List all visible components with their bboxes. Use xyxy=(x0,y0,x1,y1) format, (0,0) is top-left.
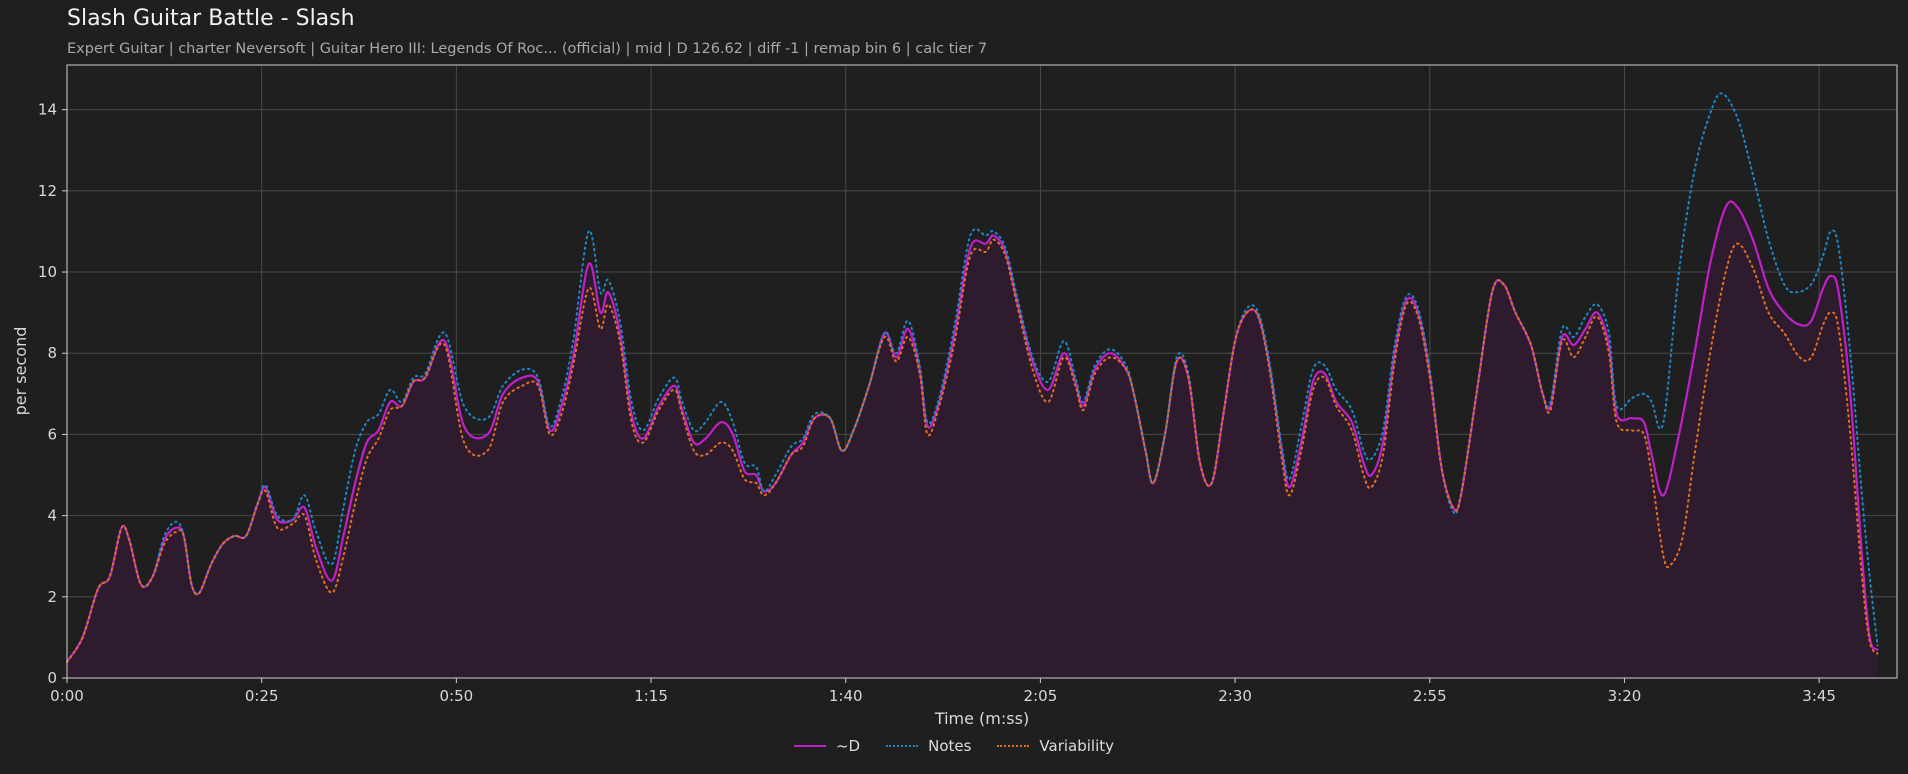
x-tick-label: 3:20 xyxy=(1608,687,1642,705)
y-tick-label: 8 xyxy=(47,344,57,362)
y-axis-ticks: 0 2 4 6 8 10 12 14 xyxy=(38,101,67,687)
x-tick-label: 1:40 xyxy=(829,687,863,705)
x-tick-label: 0:25 xyxy=(245,687,279,705)
y-tick-label: 6 xyxy=(47,425,57,443)
x-axis-ticks: 0:00 0:25 0:50 1:15 1:40 2:05 2:30 2:55 3:20 3:45 xyxy=(50,678,1836,705)
y-tick-label: 10 xyxy=(38,263,57,281)
x-tick-label: 0:50 xyxy=(440,687,474,705)
y-tick-label: 4 xyxy=(47,507,57,525)
x-tick-label: 2:30 xyxy=(1218,687,1252,705)
legend-label-d: ~D xyxy=(835,737,861,755)
legend-label-notes: Notes xyxy=(928,737,972,755)
x-tick-label: 1:15 xyxy=(634,687,668,705)
area-fill-layer xyxy=(67,201,1878,678)
y-tick-label: 2 xyxy=(47,588,57,606)
x-axis-label: Time (m:ss) xyxy=(934,709,1029,728)
x-tick-label: 2:55 xyxy=(1413,687,1447,705)
chart-area: 0:00 0:25 0:50 1:15 1:40 2:05 2:30 2:55 3:20 3:45… xyxy=(11,64,1898,728)
x-tick-label: 0:00 xyxy=(50,687,84,705)
y-tick-label: 0 xyxy=(47,669,57,687)
y-axis-label: per second xyxy=(11,327,30,416)
legend-swatch-notes xyxy=(886,745,919,747)
legend-swatch-variability xyxy=(997,745,1030,747)
y-tick-label: 14 xyxy=(38,101,57,119)
x-tick-label: 2:05 xyxy=(1024,687,1058,705)
legend-swatch-d xyxy=(793,745,826,747)
legend-item-d: ~D xyxy=(793,737,861,755)
y-tick-label: 12 xyxy=(38,182,57,200)
legend: ~D Notes Variability xyxy=(0,737,1908,755)
x-tick-label: 3:45 xyxy=(1802,687,1836,705)
d-area-fill xyxy=(67,201,1878,678)
legend-item-variability: Variability xyxy=(997,737,1114,755)
legend-label-variability: Variability xyxy=(1039,737,1115,755)
legend-item-notes: Notes xyxy=(886,737,971,755)
